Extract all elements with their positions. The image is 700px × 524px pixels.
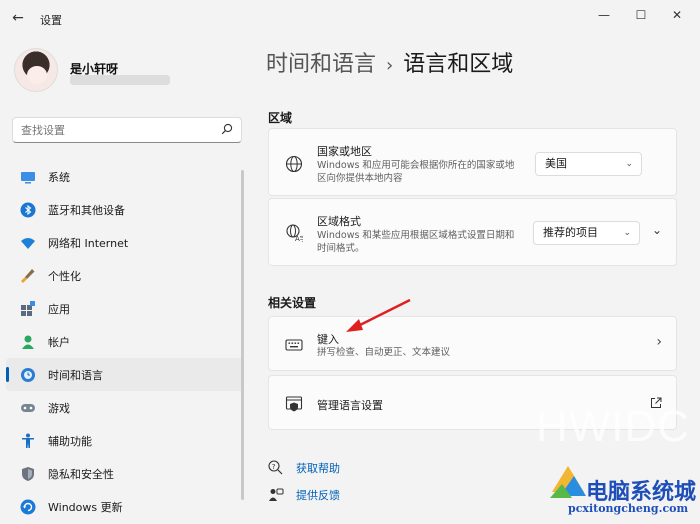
watermark-url: pcxitongcheng.com	[568, 502, 689, 515]
watermark-hwidc: HWIDC	[536, 402, 691, 451]
watermark-logo	[550, 466, 586, 498]
